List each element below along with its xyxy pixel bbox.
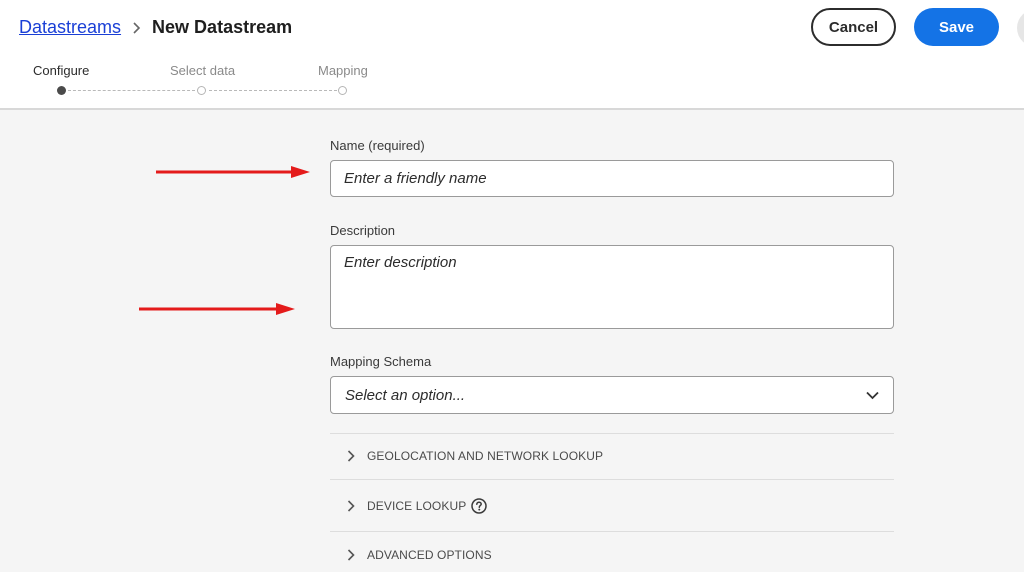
section-device-lookup[interactable]: DEVICE LOOKUP [330, 491, 894, 521]
step-connector [209, 90, 337, 91]
mapping-schema-select[interactable]: Select an option... [330, 376, 894, 414]
mapping-schema-value: Select an option... [345, 386, 466, 404]
breadcrumb: Datastreams New Datastream [19, 17, 292, 38]
section-label: DEVICE LOOKUP [367, 499, 467, 513]
name-input[interactable] [330, 160, 894, 197]
description-textarea[interactable] [330, 245, 894, 329]
page-header: Datastreams New Datastream Cancel Save C… [0, 0, 1024, 110]
step-connector [68, 90, 195, 91]
section-label: GEOLOCATION AND NETWORK LOOKUP [367, 449, 604, 463]
chevron-right-icon [347, 500, 355, 512]
section-advanced-options[interactable]: ADVANCED OPTIONS [330, 540, 894, 570]
breadcrumb-datastreams-link[interactable]: Datastreams [19, 17, 121, 38]
section-geolocation-network-lookup[interactable]: GEOLOCATION AND NETWORK LOOKUP [330, 441, 894, 471]
save-button[interactable]: Save [914, 8, 999, 46]
description-label: Description [330, 223, 396, 238]
user-avatar[interactable] [1017, 9, 1024, 47]
chevron-right-icon [347, 549, 355, 561]
red-arrow-icon [156, 166, 310, 178]
chevron-right-icon [347, 450, 355, 462]
step-mapping-dot [338, 86, 347, 95]
step-configure-dot [57, 86, 66, 95]
section-divider [330, 479, 894, 480]
section-divider [330, 531, 894, 532]
chevron-right-icon [132, 21, 141, 34]
cancel-button[interactable]: Cancel [811, 8, 896, 46]
question-circle-icon[interactable] [471, 498, 488, 514]
section-label: ADVANCED OPTIONS [367, 548, 492, 562]
section-divider [330, 433, 894, 434]
name-label: Name (required) [330, 138, 425, 153]
step-select-data-label: Select data [170, 63, 236, 78]
mapping-schema-label: Mapping Schema [330, 354, 432, 369]
step-mapping-label: Mapping [318, 63, 368, 78]
step-select-data-dot [197, 86, 206, 95]
page-title: New Datastream [152, 17, 293, 37]
chevron-down-icon [866, 391, 879, 400]
red-arrow-icon [139, 303, 295, 315]
step-configure-label: Configure [33, 63, 90, 78]
